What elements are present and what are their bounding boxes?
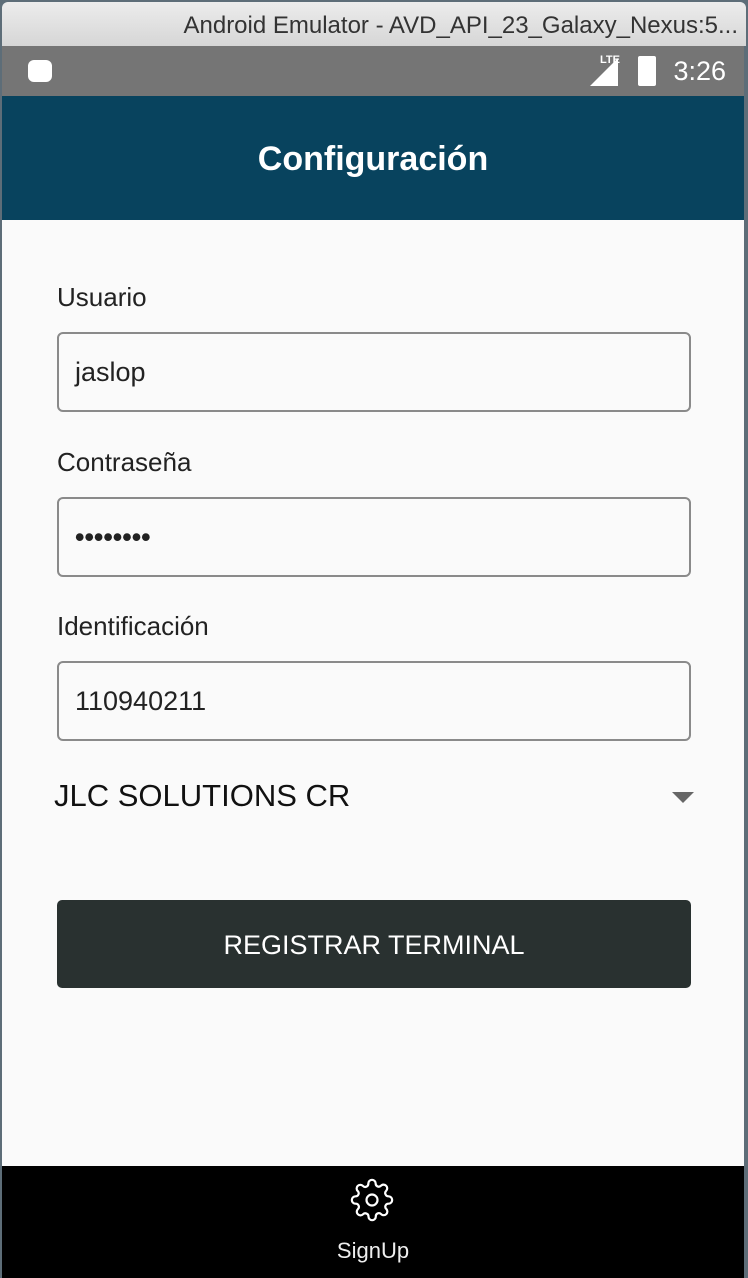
window-title: Android Emulator - AVD_API_23_Galaxy_Nex…: [183, 12, 738, 39]
id-label: Identificación: [57, 611, 209, 641]
id-input[interactable]: 110940211: [57, 661, 691, 741]
android-icon: [28, 60, 52, 82]
password-input[interactable]: ••••••••: [57, 497, 691, 577]
tab-signup[interactable]: SignUp: [2, 1166, 744, 1278]
battery-icon: [638, 56, 656, 86]
status-bar: LTE 3:26: [2, 46, 744, 96]
page-title: Configuración: [2, 96, 744, 220]
usuario-input[interactable]: jaslop: [57, 332, 691, 412]
clock: 3:26: [673, 56, 726, 86]
company-picker[interactable]: JLC SOLUTIONS CR: [54, 778, 350, 814]
chevron-down-icon[interactable]: [672, 792, 694, 803]
tab-label: SignUp: [336, 1238, 410, 1263]
usuario-label: Usuario: [57, 282, 147, 312]
register-terminal-button[interactable]: REGISTRAR TERMINAL: [57, 900, 691, 988]
gear-icon: [350, 1178, 394, 1222]
form: Usuario jaslop Contraseña •••••••• Ident…: [2, 220, 744, 1166]
window-titlebar: Android Emulator - AVD_API_23_Galaxy_Nex…: [2, 2, 746, 46]
password-label: Contraseña: [57, 447, 192, 477]
signal-icon: [590, 58, 618, 86]
